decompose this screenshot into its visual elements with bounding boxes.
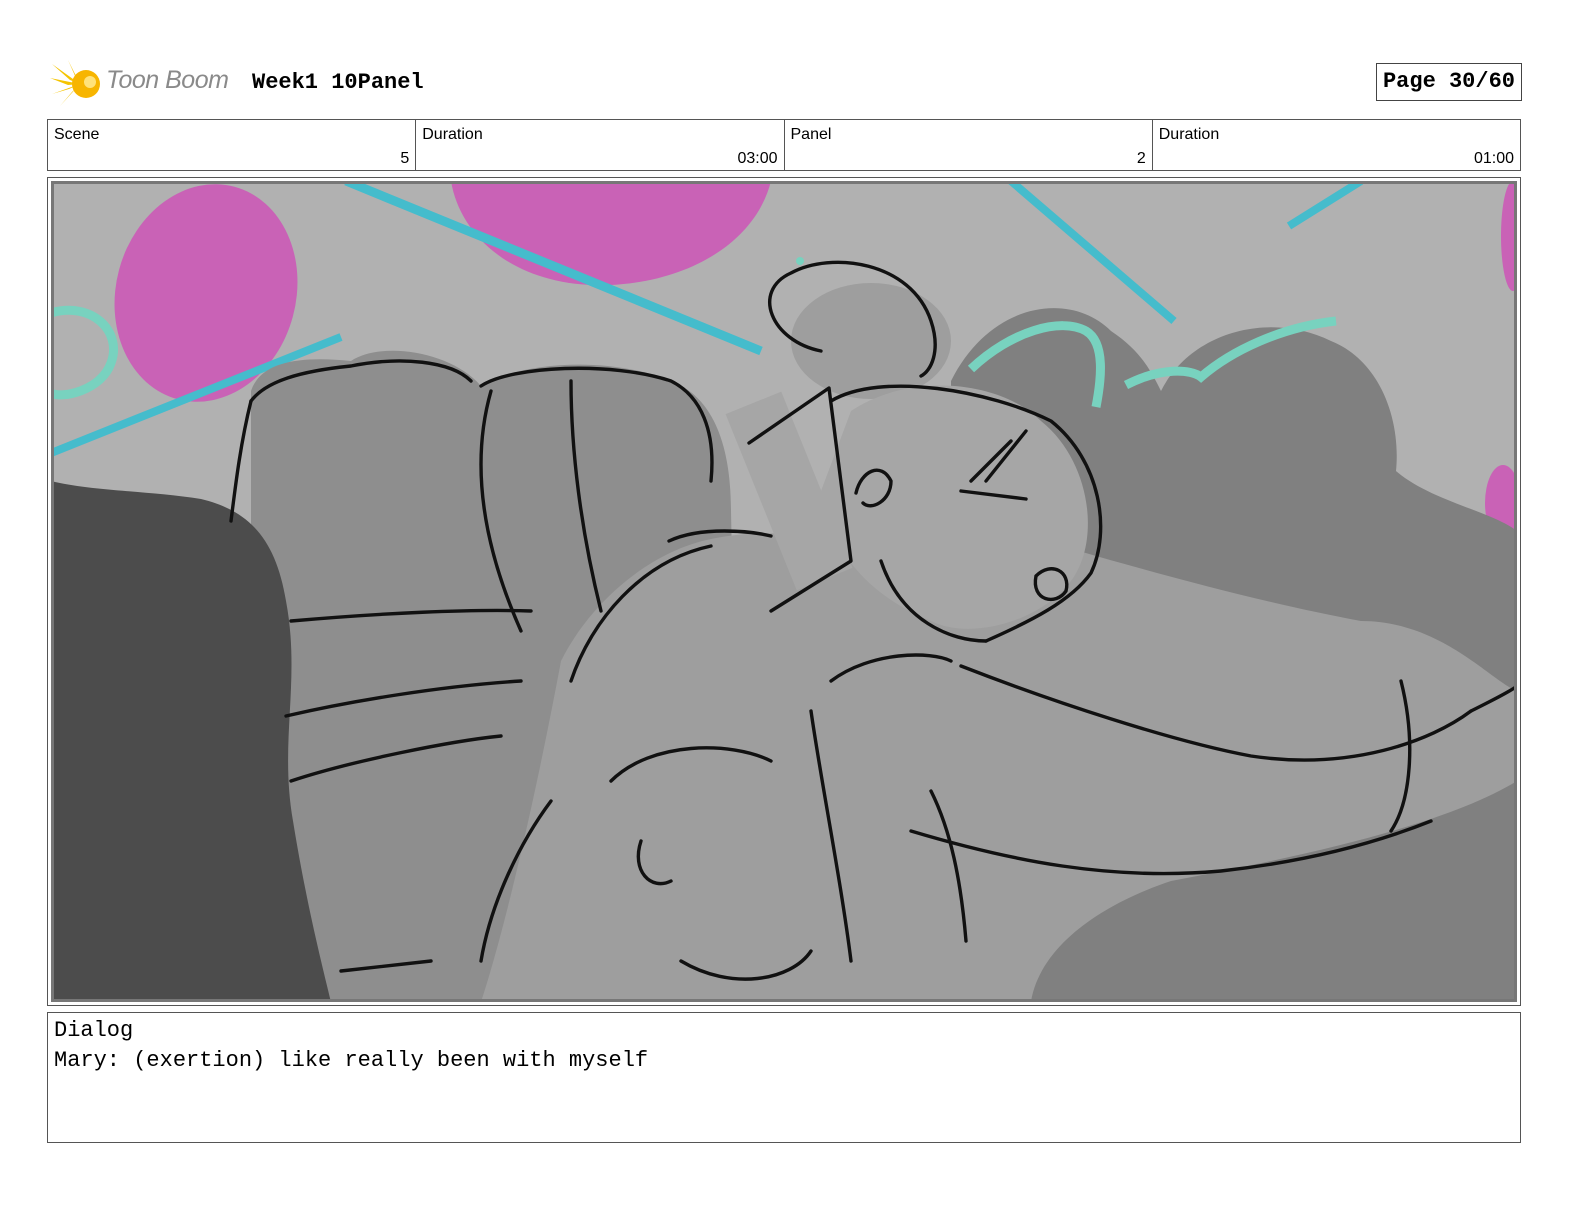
scene-duration-value: 03:00 — [737, 150, 778, 167]
panel-duration-value: 01:00 — [1473, 150, 1514, 167]
panel-label: Panel — [790, 126, 832, 143]
panel-value: 2 — [1136, 150, 1146, 167]
panel-info-row: Scene 5 Duration 03:00 Panel 2 Duration … — [47, 119, 1521, 171]
scene-cell: Scene 5 — [48, 120, 417, 170]
panel-duration-cell: Duration 01:00 — [1153, 120, 1520, 170]
panel-cell: Panel 2 — [785, 120, 1153, 170]
dialog-text: Mary: (exertion) like really been with m… — [54, 1048, 649, 1073]
toon-boom-star-icon — [50, 60, 100, 106]
page-number-box: Page 30/60 — [1375, 63, 1522, 101]
dialog-title: Dialog — [54, 1018, 134, 1043]
document-title: Week1 10Panel — [252, 70, 424, 95]
logo-text: Toon Boom — [106, 66, 229, 94]
storyboard-panel-drawing — [51, 181, 1517, 1002]
sketch-illustration — [51, 181, 1517, 1002]
page-header: Toon Boom Week1 10Panel Page 30/60 — [48, 56, 1522, 108]
dialog-box: Dialog Mary: (exertion) like really been… — [47, 1012, 1521, 1143]
toon-boom-logo: Toon Boom — [50, 56, 240, 108]
scene-label: Scene — [54, 126, 100, 143]
panel-duration-label: Duration — [1158, 126, 1220, 143]
scene-duration-label: Duration — [422, 126, 483, 143]
storyboard-panel-frame — [47, 177, 1521, 1006]
scene-duration-cell: Duration 03:00 — [416, 120, 785, 170]
scene-value: 5 — [400, 150, 410, 167]
